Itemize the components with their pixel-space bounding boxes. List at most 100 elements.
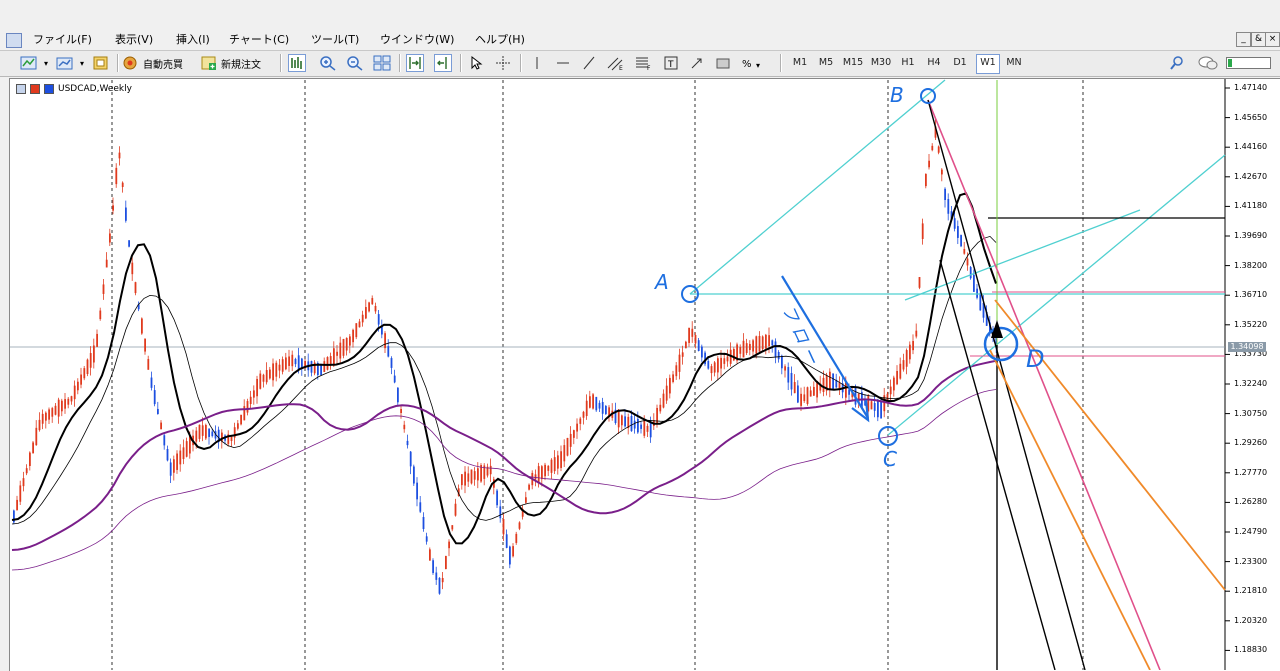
- candle-body: [745, 343, 748, 353]
- candle-body: [83, 368, 86, 379]
- candle-body: [640, 424, 642, 429]
- candle-body: [57, 399, 60, 417]
- annotation-a: A: [655, 270, 669, 294]
- candle-body: [534, 474, 537, 480]
- candle-body: [358, 321, 361, 328]
- candle-body: [115, 167, 118, 185]
- candle-body: [918, 277, 921, 288]
- candle-body: [355, 323, 358, 338]
- candle-body: [320, 364, 322, 376]
- candle-body: [905, 350, 908, 367]
- price-tick-label: 1.35220: [1234, 319, 1268, 329]
- candle-body: [832, 373, 834, 390]
- candle-body: [262, 374, 265, 382]
- candle-body: [336, 351, 338, 356]
- candle-body: [16, 499, 18, 511]
- candle-body: [77, 381, 79, 391]
- chart-symbol-label: USDCAD,Weekly: [58, 84, 132, 94]
- candle-body: [761, 336, 764, 349]
- candle-body: [774, 341, 777, 357]
- candle-body: [54, 405, 57, 415]
- current-price-tag: 1.34098: [1228, 342, 1266, 352]
- candle-body: [435, 572, 438, 580]
- candle-body: [201, 425, 204, 436]
- pitchfork-upper: [689, 79, 946, 295]
- candle-body: [371, 298, 374, 305]
- price-tick-label: 1.39690: [1234, 231, 1268, 240]
- candle-body: [809, 390, 812, 397]
- candle-body: [403, 424, 406, 430]
- candle-body: [694, 334, 697, 344]
- candle-body: [505, 534, 508, 548]
- candle-body: [285, 357, 287, 370]
- candle-body: [518, 522, 521, 529]
- candle-body: [649, 422, 652, 438]
- candle-body: [576, 423, 578, 432]
- candle-body: [784, 366, 786, 371]
- candle-body: [288, 356, 290, 366]
- candle-body: [755, 336, 758, 354]
- candle-body: [112, 205, 114, 211]
- candle-body: [393, 375, 396, 383]
- candle-body: [147, 359, 150, 370]
- chart-down-icon: [44, 84, 54, 94]
- candle-body: [333, 348, 335, 366]
- candle-body: [601, 401, 604, 414]
- candle-body: [685, 341, 687, 349]
- candle-body: [176, 453, 178, 470]
- price-tick-label: 1.26280: [1234, 497, 1268, 507]
- annotation-d: D: [1026, 345, 1045, 373]
- candle-body: [806, 387, 809, 404]
- candle-body: [723, 358, 726, 364]
- candle-body: [643, 419, 646, 436]
- candle-body: [829, 371, 831, 390]
- candle-body: [877, 399, 879, 418]
- candle-body: [118, 152, 121, 159]
- candle-body: [61, 400, 63, 412]
- candle-body: [793, 382, 796, 394]
- candle-body: [96, 333, 98, 347]
- price-chart[interactable]: [0, 0, 1280, 670]
- candle-body: [19, 485, 22, 502]
- candle-body: [550, 459, 553, 473]
- candle-body: [912, 341, 914, 351]
- candle-body: [909, 344, 911, 360]
- candle-body: [121, 182, 124, 188]
- candle-body: [48, 409, 50, 420]
- candle-body: [669, 377, 671, 394]
- candle-body: [598, 402, 601, 409]
- candle-body: [537, 466, 540, 484]
- candle-body: [73, 385, 76, 400]
- candle-body: [966, 258, 969, 266]
- candle-body: [166, 449, 169, 461]
- candle-body: [99, 310, 102, 320]
- candle-body: [51, 408, 54, 417]
- candle-body: [921, 223, 924, 239]
- candle-body: [253, 390, 255, 398]
- candle-body: [429, 549, 431, 561]
- candle-body: [195, 430, 198, 442]
- candle-body: [957, 226, 959, 238]
- candle-body: [390, 358, 393, 368]
- candle-body: [688, 327, 690, 343]
- candle-body: [976, 288, 978, 298]
- candle-body: [64, 399, 66, 409]
- candle-body: [528, 484, 530, 490]
- chart-up-icon: [30, 84, 40, 94]
- candle-body: [758, 335, 761, 352]
- candle-body: [349, 336, 351, 346]
- candle-body: [461, 474, 463, 486]
- candle-body: [128, 240, 130, 247]
- candle-body: [448, 541, 450, 549]
- candle-body: [259, 373, 262, 389]
- candle-body: [489, 465, 492, 475]
- candle-body: [797, 385, 799, 403]
- candle-body: [733, 349, 735, 361]
- candle-body: [477, 468, 479, 481]
- candle-body: [281, 359, 284, 372]
- candle-body: [886, 393, 889, 400]
- candle-body: [592, 394, 594, 409]
- candle-body: [960, 235, 962, 247]
- candle-body: [141, 318, 143, 334]
- candle-body: [70, 396, 73, 402]
